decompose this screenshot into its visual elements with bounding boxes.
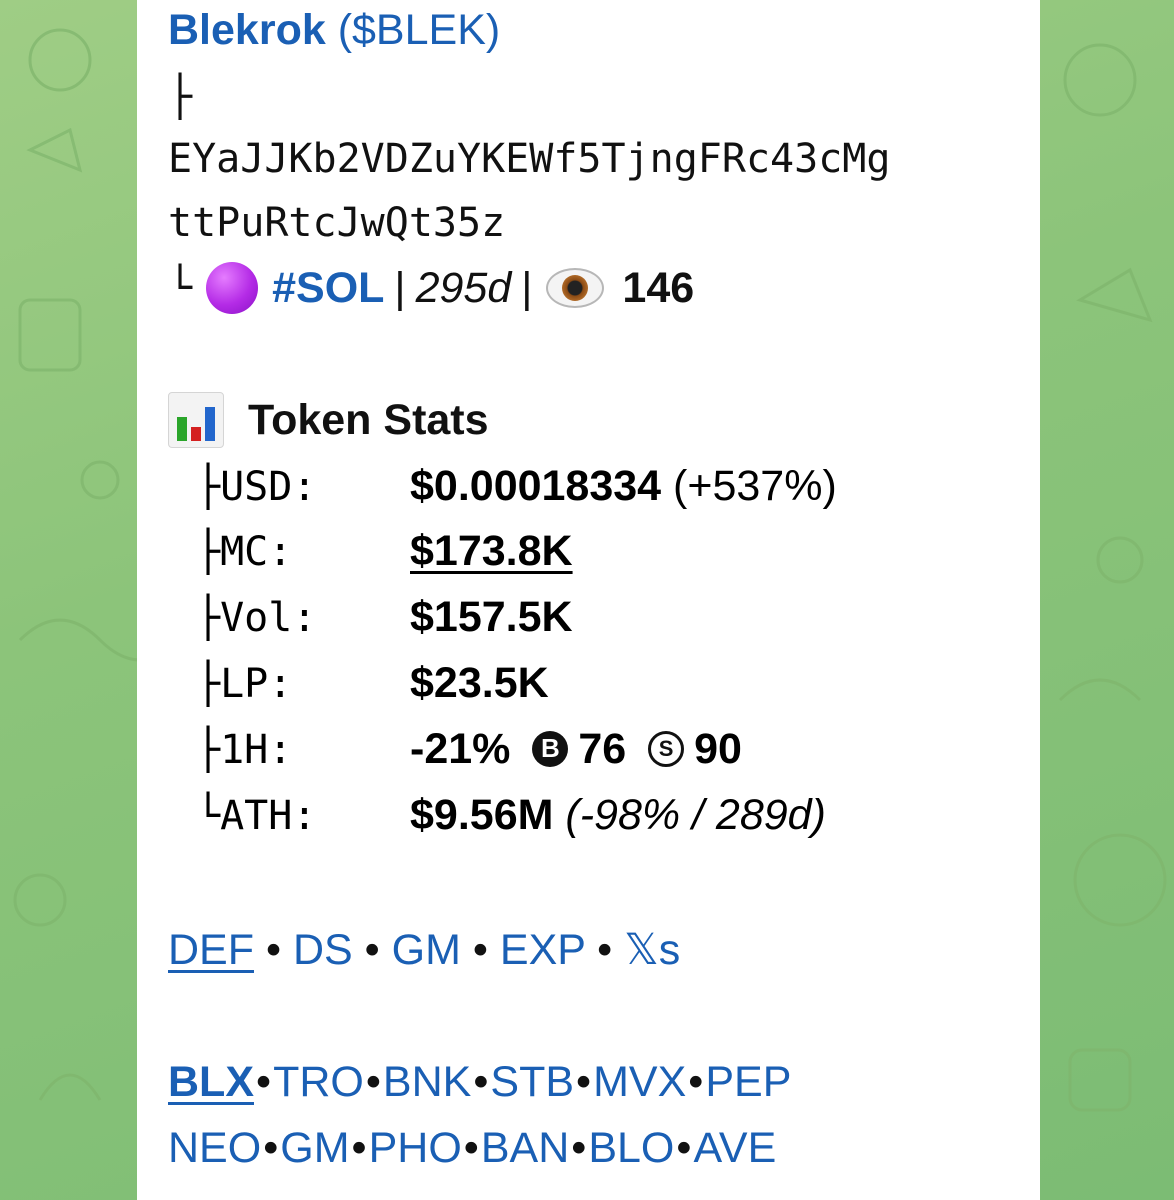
- bot-link-ave[interactable]: AVE: [693, 1124, 776, 1172]
- bot-link-blx[interactable]: BLX: [168, 1058, 254, 1106]
- stat-value: $157.5K: [410, 593, 573, 641]
- eye-icon: [546, 268, 605, 308]
- link-ds[interactable]: DS: [293, 926, 353, 974]
- stat-value-link[interactable]: $173.8K: [410, 527, 573, 575]
- stat-mc: ├MC: $173.8K: [196, 527, 573, 576]
- token-name-link[interactable]: Blekrok: [168, 6, 326, 54]
- buys-count: 76: [578, 725, 627, 773]
- stat-1h: ├1H: -21% B 76 S 90: [196, 725, 742, 774]
- stat-lp: ├LP: $23.5K: [196, 659, 549, 708]
- stats-title: Token Stats: [248, 395, 489, 444]
- bar-chart-icon: [168, 392, 224, 448]
- token-age: 295d: [415, 263, 512, 312]
- bot-link-pho[interactable]: PHO: [369, 1124, 462, 1172]
- stat-key: └ATH:: [196, 793, 317, 839]
- bot-links-row-2: NEO•GM•PHO•BAN•BLO•AVE: [168, 1124, 777, 1172]
- separator-dot: •: [364, 926, 392, 974]
- separator-dot: •: [265, 926, 293, 974]
- link-exp[interactable]: EXP: [500, 926, 585, 974]
- buys-icon: B: [532, 730, 569, 767]
- purple-circle-icon: [206, 262, 259, 314]
- separator-dot: •: [597, 926, 625, 974]
- chain-hashtag[interactable]: #SOL: [272, 264, 384, 313]
- link-def[interactable]: DEF: [168, 926, 254, 974]
- stat-key: ├LP:: [196, 661, 293, 707]
- token-meta-row: └ #SOL | 295d | 146: [168, 262, 694, 314]
- bot-links-row-1: BLX•TRO•BNK•STB•MVX•PEP: [168, 1058, 792, 1106]
- bot-link-pep[interactable]: PEP: [705, 1058, 791, 1106]
- stat-usd: ├USD: $0.00018334 (+537%): [196, 462, 837, 511]
- stat-key: ├Vol:: [196, 595, 317, 641]
- bot-link-gm[interactable]: GM: [280, 1124, 349, 1172]
- stat-value: $23.5K: [410, 659, 549, 707]
- link-gm[interactable]: GM: [392, 926, 461, 974]
- end-glyph: └: [168, 265, 193, 311]
- bot-link-stb[interactable]: STB: [490, 1058, 574, 1106]
- stat-value: $0.00018334: [410, 462, 662, 510]
- stat-value: $9.56M: [410, 791, 554, 839]
- separator: |: [394, 263, 406, 312]
- stat-key: ├USD:: [196, 464, 317, 510]
- stat-key: ├MC:: [196, 529, 293, 575]
- stats-header: Token Stats: [168, 392, 489, 448]
- sells-icon: S: [648, 730, 685, 767]
- link-x-search[interactable]: 𝕏s: [624, 926, 680, 974]
- bot-link-blo[interactable]: BLO: [588, 1124, 674, 1172]
- bot-link-ban[interactable]: BAN: [481, 1124, 569, 1172]
- stat-vol: ├Vol: $157.5K: [196, 593, 573, 642]
- separator-dot: •: [472, 926, 500, 974]
- stat-ath: └ATH: $9.56M (-98% / 289d): [196, 791, 826, 840]
- stat-value: -21%: [410, 725, 511, 773]
- contract-address-line-1[interactable]: EYaJJKb2VDZuYKEWf5TjngFRc43cMg: [168, 136, 890, 182]
- view-count: 146: [622, 263, 695, 312]
- stat-key: ├1H:: [196, 727, 293, 773]
- token-ticker-wrap: ($BLEK): [338, 6, 501, 54]
- sells-count: 90: [694, 725, 742, 773]
- bot-link-tro[interactable]: TRO: [273, 1058, 364, 1106]
- branch-glyph: ├: [168, 74, 193, 120]
- token-ticker-link[interactable]: ($BLEK): [338, 6, 501, 54]
- token-title: Blekrok ($BLEK): [168, 6, 500, 55]
- separator: |: [521, 263, 533, 312]
- stat-change: (+537%): [673, 462, 837, 510]
- bot-link-neo[interactable]: NEO: [168, 1124, 261, 1172]
- bot-link-mvx[interactable]: MVX: [593, 1058, 686, 1106]
- quick-links-row: DEF • DS • GM • EXP • 𝕏s: [168, 925, 680, 975]
- bot-link-bnk[interactable]: BNK: [383, 1058, 471, 1106]
- contract-address-line-2[interactable]: ttPuRtcJwQt35z: [168, 200, 505, 246]
- stat-detail: (-98% / 289d): [565, 791, 826, 839]
